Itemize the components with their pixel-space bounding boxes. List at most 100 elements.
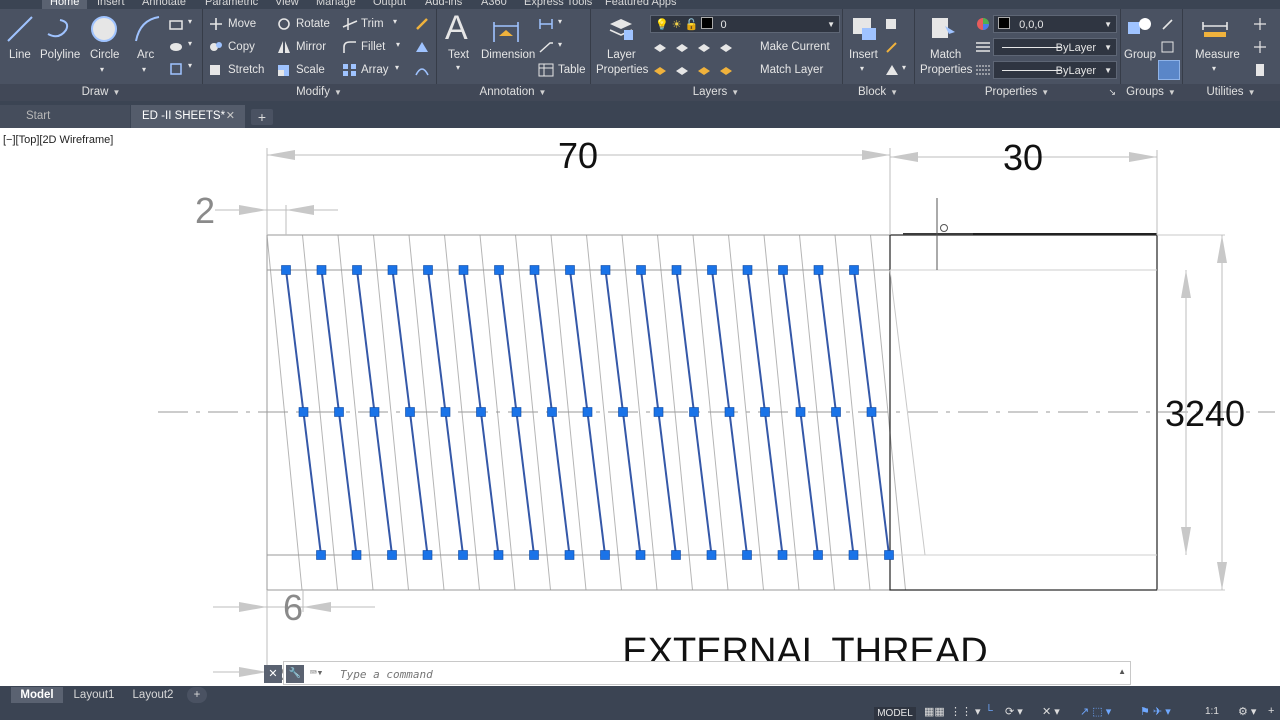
match-properties-icon[interactable] — [929, 14, 959, 44]
stretch-button[interactable]: Stretch — [228, 64, 264, 76]
grip-handle[interactable] — [813, 265, 824, 275]
erase-icon[interactable] — [414, 17, 430, 31]
customization-icon[interactable]: + — [1268, 705, 1274, 717]
close-icon[interactable]: ✕ — [264, 665, 282, 683]
command-history-icon[interactable]: ▲ — [1118, 667, 1126, 676]
grip-handle[interactable] — [387, 550, 397, 560]
dimension-3240[interactable]: 3240 — [1165, 393, 1245, 434]
mirror-icon[interactable] — [276, 40, 292, 54]
grip-handle[interactable] — [689, 407, 699, 417]
trim-dropdown-icon[interactable]: ▾ — [393, 17, 397, 26]
tab-drawing[interactable]: ED -II SHEETS* ✕ — [131, 105, 245, 128]
array-dropdown-icon[interactable]: ▾ — [395, 63, 399, 72]
lineweight-dropdown[interactable]: ByLayer ▼ — [993, 38, 1117, 56]
grip-handle[interactable] — [547, 407, 557, 417]
layer-properties-label-2[interactable]: Properties — [596, 64, 648, 76]
layer-properties-label[interactable]: Layer — [607, 49, 636, 61]
grip-handle[interactable] — [777, 550, 788, 560]
text-button[interactable]: Text — [448, 49, 469, 61]
group-edit-icon[interactable] — [1160, 40, 1176, 54]
text-icon[interactable]: A — [445, 9, 468, 48]
object-snap-tracking-icon[interactable]: ↗ ⬚ ▾ — [1080, 705, 1111, 718]
layer-properties-icon[interactable] — [606, 14, 636, 44]
modify-panel-title[interactable]: Modify ▼ — [202, 84, 436, 101]
circle-icon[interactable] — [89, 14, 119, 44]
grip-handle[interactable] — [582, 407, 593, 417]
move-button[interactable]: Move — [228, 18, 256, 30]
leader-icon[interactable] — [538, 40, 554, 54]
tab-add-ins[interactable]: Add-ins — [425, 0, 462, 9]
grip-handle[interactable] — [281, 265, 291, 275]
explode-icon[interactable] — [414, 40, 430, 54]
grid-icon[interactable]: ▦▦ — [924, 705, 945, 718]
grip-handle[interactable] — [884, 550, 894, 560]
grip-handle[interactable] — [600, 550, 610, 560]
isodraft-icon[interactable]: ✕ ▾ — [1042, 705, 1060, 718]
grip-handle[interactable] — [742, 265, 753, 275]
grip-handle[interactable] — [422, 550, 433, 560]
dialog-launcher-icon[interactable]: ↘ — [1108, 84, 1116, 101]
grip-handle[interactable] — [529, 265, 540, 275]
linear-dim-icon[interactable] — [538, 17, 554, 31]
dimension-30[interactable]: 30 — [1003, 137, 1043, 178]
grip-handle[interactable] — [387, 265, 398, 275]
trim-button[interactable]: Trim — [361, 18, 384, 30]
layer-freeze-icon[interactable] — [674, 40, 690, 54]
grip-handle[interactable] — [529, 550, 539, 560]
dropdown-icon[interactable]: ▾ — [188, 17, 192, 26]
measure-icon[interactable] — [1200, 14, 1230, 44]
add-layout-button[interactable]: + — [187, 687, 207, 703]
point-icon[interactable] — [1252, 40, 1268, 54]
tab-model[interactable]: Model — [11, 687, 63, 703]
layer-lock-icon[interactable] — [652, 63, 668, 77]
grip-handle[interactable] — [778, 265, 788, 275]
grip-handle[interactable] — [334, 407, 344, 417]
polyline-icon[interactable] — [44, 14, 74, 44]
close-icon[interactable]: ✕ — [226, 105, 235, 128]
command-input[interactable] — [338, 664, 1102, 684]
annotation-scale[interactable]: 1:1 — [1205, 706, 1219, 717]
create-block-icon[interactable] — [884, 17, 900, 31]
grip-handle[interactable] — [831, 407, 841, 417]
make-current-icon[interactable] — [718, 40, 734, 54]
snap-icon[interactable]: ⋮⋮ ▾ — [950, 705, 981, 718]
grip-handle[interactable] — [405, 407, 415, 417]
linetype-icon[interactable] — [975, 63, 991, 77]
properties-panel-title[interactable]: Properties ▼ ↘ — [914, 84, 1120, 101]
tab-a360[interactable]: A360 — [481, 0, 507, 9]
groups-panel-title[interactable]: Groups ▼ — [1120, 84, 1182, 101]
measure-dropdown-icon[interactable]: ▾ — [1212, 64, 1216, 73]
arc-dropdown-icon[interactable]: ▾ — [142, 65, 146, 74]
grip-handle[interactable] — [352, 265, 362, 275]
offset-icon[interactable] — [414, 63, 430, 77]
group-button[interactable]: Group — [1124, 49, 1156, 61]
array-button[interactable]: Array — [361, 64, 388, 76]
trim-icon[interactable] — [342, 17, 358, 31]
insert-block-icon[interactable] — [850, 14, 880, 44]
grip-handle[interactable] — [742, 550, 752, 560]
grip-handle[interactable] — [671, 550, 681, 560]
tab-insert[interactable]: Insert — [97, 0, 125, 9]
tab-layout2[interactable]: Layout2 — [125, 687, 181, 703]
rotate-icon[interactable] — [276, 17, 292, 31]
grip-handle[interactable] — [440, 407, 451, 417]
color-dropdown[interactable]: 0,0,0 ▼ — [993, 15, 1117, 33]
annotation-visibility-icon[interactable]: ⚑ ✈ ▾ — [1140, 705, 1171, 718]
tab-view[interactable]: View — [275, 0, 299, 9]
dimension-icon[interactable] — [491, 14, 521, 44]
block-panel-title[interactable]: Block ▼ — [842, 84, 914, 101]
attribute-icon[interactable] — [884, 63, 900, 77]
match-layer-icon[interactable] — [718, 63, 734, 77]
grip-handle[interactable] — [565, 265, 575, 275]
polar-icon[interactable]: ⟳ ▾ — [1005, 705, 1023, 718]
wrench-icon[interactable]: 🔧 — [286, 665, 304, 683]
tab-featured-apps[interactable]: Featured Apps — [605, 0, 677, 9]
match-properties-label-2[interactable]: Properties — [920, 64, 972, 76]
layer-off-icon[interactable] — [696, 40, 712, 54]
tab-home[interactable]: Home — [42, 0, 88, 9]
model-space-button[interactable]: MODEL — [874, 707, 916, 720]
scale-button[interactable]: Scale — [296, 64, 325, 76]
color-wheel-icon[interactable] — [975, 17, 991, 31]
circle-dropdown-icon[interactable]: ▾ — [100, 65, 104, 74]
layer-walk-icon[interactable] — [696, 63, 712, 77]
